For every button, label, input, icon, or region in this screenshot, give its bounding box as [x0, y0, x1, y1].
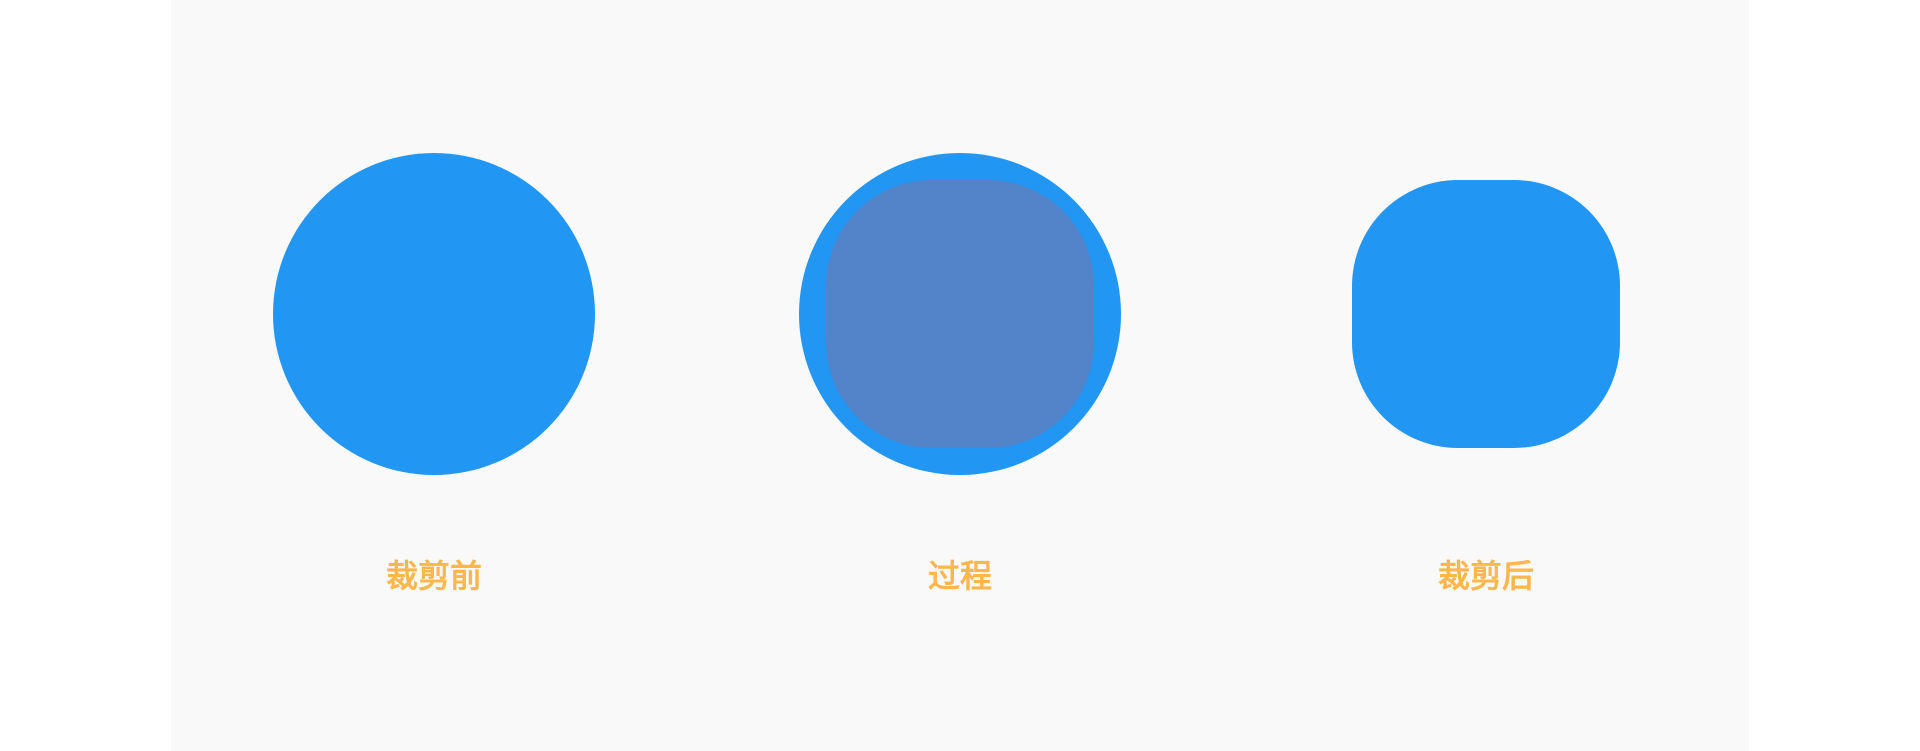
- circle-before-clip: [273, 153, 595, 475]
- label-before: 裁剪前: [385, 557, 482, 595]
- rounded-square-after-clip: [1352, 180, 1620, 448]
- label-process: 过程: [927, 557, 992, 595]
- clip-region-overlay: [826, 180, 1094, 448]
- label-after: 裁剪后: [1437, 557, 1534, 595]
